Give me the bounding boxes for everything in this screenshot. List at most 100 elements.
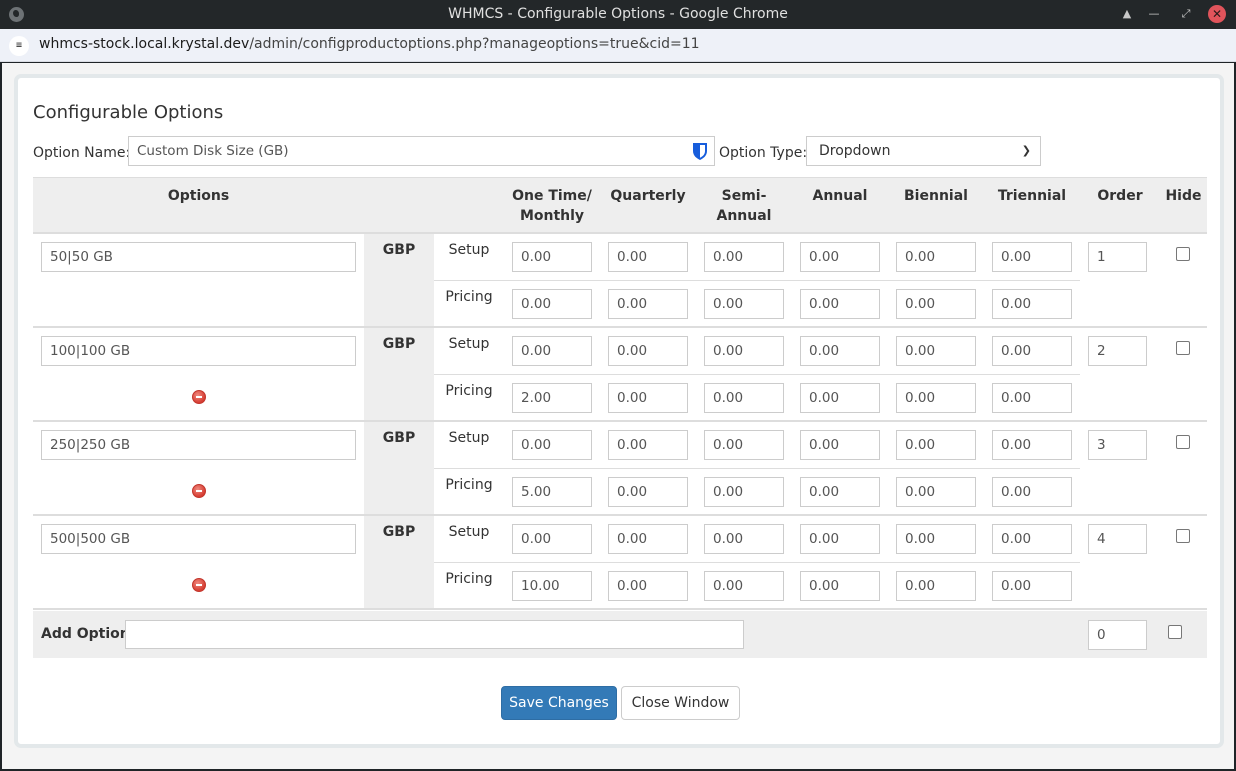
close-window-button[interactable]: ✕ [1208, 5, 1226, 23]
pricing-semiannual-input[interactable]: 0.00 [704, 289, 784, 319]
order-input[interactable]: 1 [1088, 242, 1147, 272]
maximize-button[interactable]: ⤢ [1177, 5, 1195, 23]
order-input[interactable]: 4 [1088, 524, 1147, 554]
pricing-biennial-input[interactable]: 0.00 [896, 477, 976, 507]
url-field[interactable]: whmcs-stock.local.krystal.dev/admin/conf… [39, 36, 700, 52]
pricing-triennial-input[interactable]: 0.00 [992, 289, 1072, 319]
bitwarden-icon[interactable] [692, 142, 708, 161]
order-input[interactable]: 3 [1088, 430, 1147, 460]
currency-label: GBP [382, 336, 416, 352]
save-changes-button[interactable]: Save Changes [501, 686, 617, 720]
pricing-annual-input[interactable]: 0.00 [800, 289, 880, 319]
pricing-annual-input[interactable]: 0.00 [800, 571, 880, 601]
setup-quarterly-input[interactable]: 0.00 [608, 336, 688, 366]
setup-monthly-input[interactable]: 0.00 [512, 336, 592, 366]
shade-button[interactable]: ▲ [1118, 5, 1136, 23]
pricing-quarterly-input[interactable]: 0.00 [608, 477, 688, 507]
pricing-annual-input[interactable]: 0.00 [800, 477, 880, 507]
setup-biennial-input[interactable]: 0.00 [896, 336, 976, 366]
setup-annual-input[interactable]: 0.00 [800, 336, 880, 366]
pricing-monthly-input[interactable]: 10.00 [512, 571, 592, 601]
pricing-monthly-input[interactable]: 0.00 [512, 289, 592, 319]
setup-semiannual-input[interactable]: 0.00 [704, 242, 784, 272]
pricing-semiannual-input[interactable]: 0.00 [704, 477, 784, 507]
options-panel: Configurable Options Option Name: Custom… [14, 74, 1224, 748]
setup-monthly-input[interactable]: 0.00 [512, 430, 592, 460]
minimize-button[interactable]: — [1145, 5, 1163, 23]
setup-annual-input[interactable]: 0.00 [800, 242, 880, 272]
hide-checkbox[interactable] [1176, 435, 1190, 449]
option-name-field[interactable]: 250|250 GB [41, 430, 356, 460]
header-hide: Hide [1165, 188, 1202, 204]
setup-quarterly-input[interactable]: 0.00 [608, 524, 688, 554]
pricing-biennial-input[interactable]: 0.00 [896, 571, 976, 601]
option-name-field[interactable]: 50|50 GB [41, 242, 356, 272]
remove-option-icon[interactable] [192, 484, 206, 498]
pricing-triennial-input[interactable]: 0.00 [992, 477, 1072, 507]
add-option-hide-checkbox[interactable] [1168, 625, 1182, 639]
pricing-monthly-input[interactable]: 2.00 [512, 383, 592, 413]
header-biennial: Biennial [904, 188, 968, 204]
hide-checkbox[interactable] [1176, 247, 1190, 261]
header-monthly: One Time/ Monthly [504, 186, 600, 226]
hide-checkbox[interactable] [1176, 529, 1190, 543]
pricing-biennial-input[interactable]: 0.00 [896, 289, 976, 319]
header-semiannual: Semi- Annual [696, 186, 792, 226]
pricing-quarterly-input[interactable]: 0.00 [608, 289, 688, 319]
add-option-input[interactable] [125, 620, 744, 649]
setup-triennial-input[interactable]: 0.00 [992, 242, 1072, 272]
url-path: /admin/configproductoptions.php?manageop… [249, 36, 700, 52]
setup-quarterly-input[interactable]: 0.00 [608, 242, 688, 272]
remove-option-icon[interactable] [192, 390, 206, 404]
setup-annual-input[interactable]: 0.00 [800, 524, 880, 554]
site-settings-icon[interactable]: ≡ [9, 36, 29, 56]
setup-label: Setup [448, 524, 490, 540]
pricing-monthly-input[interactable]: 5.00 [512, 477, 592, 507]
pricing-quarterly-input[interactable]: 0.00 [608, 383, 688, 413]
url-host: whmcs-stock.local.krystal.dev [39, 36, 250, 52]
setup-semiannual-input[interactable]: 0.00 [704, 336, 784, 366]
setup-biennial-input[interactable]: 0.00 [896, 242, 976, 272]
setup-biennial-input[interactable]: 0.00 [896, 430, 976, 460]
option-type-select[interactable]: Dropdown ❯ [806, 136, 1041, 166]
header-monthly-line2: Monthly [519, 208, 585, 224]
pricing-annual-input[interactable]: 0.00 [800, 383, 880, 413]
header-triennial: Triennial [997, 188, 1067, 204]
row-divider [434, 374, 1080, 375]
pricing-semiannual-input[interactable]: 0.00 [704, 571, 784, 601]
setup-semiannual-input[interactable]: 0.00 [704, 430, 784, 460]
window-titlebar: WHMCS - Configurable Options - Google Ch… [0, 0, 1236, 29]
setup-annual-input[interactable]: 0.00 [800, 430, 880, 460]
option-name-field[interactable]: 100|100 GB [41, 336, 356, 366]
pricing-triennial-input[interactable]: 0.00 [992, 571, 1072, 601]
hide-checkbox[interactable] [1176, 341, 1190, 355]
close-window-button-page[interactable]: Close Window [621, 686, 740, 720]
setup-triennial-input[interactable]: 0.00 [992, 430, 1072, 460]
pricing-semiannual-input[interactable]: 0.00 [704, 383, 784, 413]
setup-triennial-input[interactable]: 0.00 [992, 524, 1072, 554]
option-row: 50|50 GB GBP Setup Pricing 0.00 0.00 0.00 0.00 0… [33, 234, 1207, 328]
option-name-label: Option Name: [33, 145, 131, 161]
option-name-field[interactable]: 500|500 GB [41, 524, 356, 554]
pricing-triennial-input[interactable]: 0.00 [992, 383, 1072, 413]
header-options: Options [167, 188, 230, 204]
add-option-order-input[interactable]: 0 [1088, 620, 1147, 650]
setup-monthly-input[interactable]: 0.00 [512, 242, 592, 272]
page-title: Configurable Options [33, 102, 224, 123]
setup-label: Setup [448, 336, 490, 352]
pricing-biennial-input[interactable]: 0.00 [896, 383, 976, 413]
remove-option-icon[interactable] [192, 578, 206, 592]
option-name-input[interactable]: Custom Disk Size (GB) [128, 136, 715, 166]
option-type-label: Option Type: [719, 145, 808, 161]
order-input[interactable]: 2 [1088, 336, 1147, 366]
setup-semiannual-input[interactable]: 0.00 [704, 524, 784, 554]
setup-monthly-input[interactable]: 0.00 [512, 524, 592, 554]
setup-triennial-input[interactable]: 0.00 [992, 336, 1072, 366]
header-semiannual-line2: Annual [716, 208, 772, 224]
pricing-label: Pricing [445, 571, 493, 587]
window-title: WHMCS - Configurable Options - Google Ch… [448, 6, 788, 22]
pricing-label: Pricing [445, 477, 493, 493]
pricing-quarterly-input[interactable]: 0.00 [608, 571, 688, 601]
setup-biennial-input[interactable]: 0.00 [896, 524, 976, 554]
setup-quarterly-input[interactable]: 0.00 [608, 430, 688, 460]
